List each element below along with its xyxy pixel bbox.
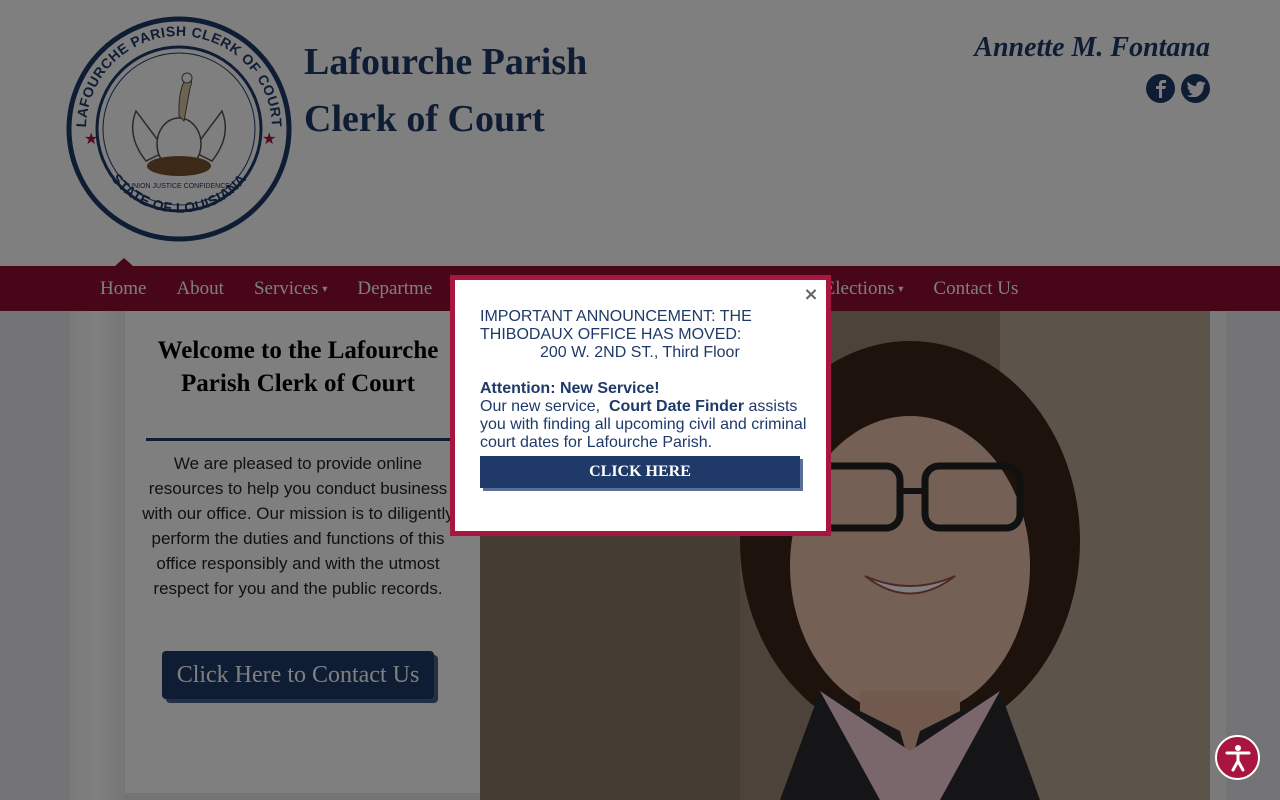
announcement-text: IMPORTANT ANNOUNCEMENT: THE THIBODAUX OF… [480,308,752,343]
office-address: 200 W. 2ND ST., Third Floor [540,344,740,361]
accessibility-icon [1225,744,1250,771]
attention-heading: Attention: New Service! [480,380,660,397]
accessibility-button[interactable] [1215,735,1260,780]
announcement-modal: × IMPORTANT ANNOUNCEMENT: THE THIBODAUX … [450,275,831,536]
service-description: Our new service, Court Date Finder assis… [480,398,807,451]
court-date-finder-button[interactable]: CLICK HERE [480,456,800,488]
modal-body: IMPORTANT ANNOUNCEMENT: THE THIBODAUX OF… [480,308,810,452]
close-icon[interactable]: × [802,286,820,304]
service-name: Court Date Finder [608,398,745,415]
